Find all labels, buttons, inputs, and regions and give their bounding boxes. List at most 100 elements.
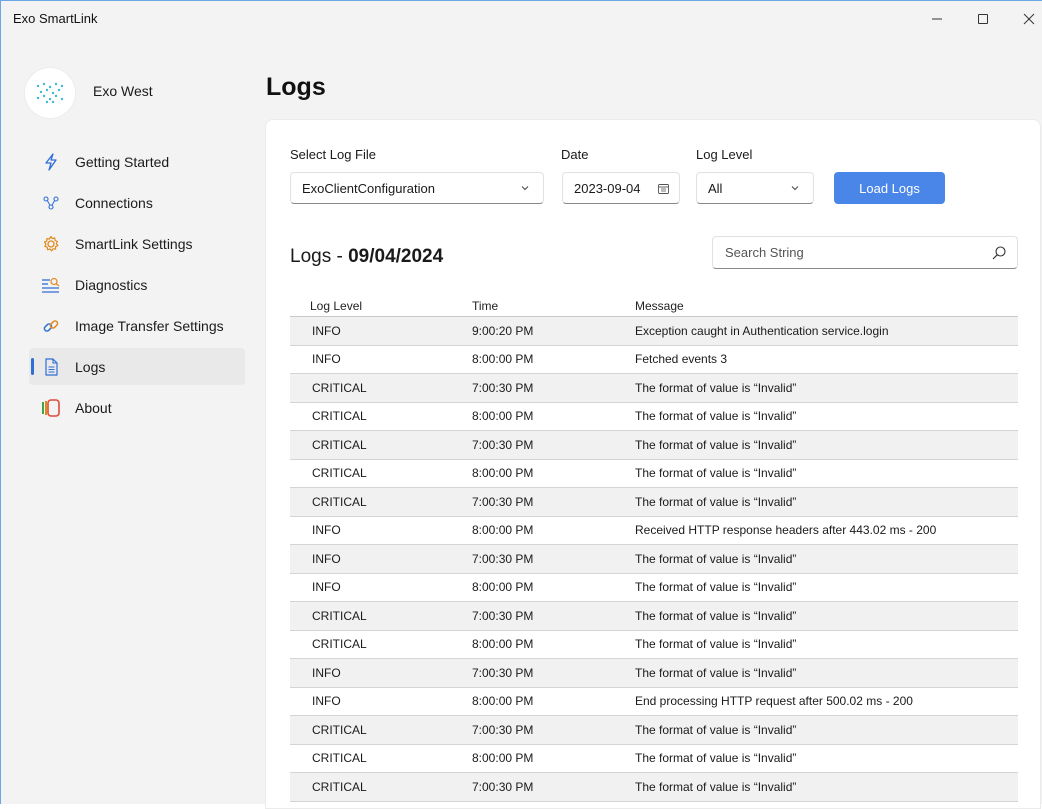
table-header: Log Level Time Message [290,295,1018,317]
search-icon[interactable] [991,245,1007,261]
cell-log-level: INFO [312,352,341,367]
logs-heading: Logs - 09/04/2024 [290,246,443,268]
close-button[interactable] [1006,1,1042,37]
app-title: Exo SmartLink [13,11,98,26]
cell-message: The format of value is “Invalid” [635,380,797,395]
table-row[interactable]: CRITICAL 8:00:00 PM The format of value is… [290,403,1018,431]
cell-log-level: INFO [312,323,341,338]
log-file-select[interactable]: ExoClientConfiguration [290,172,544,204]
table-row[interactable]: CRITICAL 7:00:30 PM The format of value is… [290,374,1018,403]
log-file-label: Select Log File [290,147,376,162]
table-row[interactable]: CRITICAL 8:00:00 PM The format of value is… [290,745,1018,773]
sidebar-item-label: Getting Started [75,153,170,170]
cell-time: 8:00:00 PM [472,751,534,766]
cell-log-level: INFO [312,580,341,595]
table-row[interactable]: CRITICAL 7:00:30 PM The format of value is… [290,602,1018,631]
sidebar-item-about[interactable]: About [29,389,245,426]
cell-message: The format of value is “Invalid” [635,608,797,623]
logs-panel: Select Log File ExoClientConfiguration D… [265,119,1041,809]
cell-time: 7:00:30 PM [472,722,534,737]
cell-time: 8:00:00 PM [472,352,534,367]
table-row[interactable]: CRITICAL 8:00:00 PM The format of value is… [290,460,1018,488]
cell-log-level: CRITICAL [312,494,367,509]
date-label: Date [561,147,589,162]
date-value: 2023-09-04 [574,180,641,196]
cell-log-level: INFO [312,694,341,709]
avatar [25,68,75,118]
sidebar-nav: Getting Started Connections SmartLink Se… [29,143,245,430]
minimize-button[interactable] [914,1,960,37]
cell-time: 8:00:00 PM [472,466,534,481]
cell-message: Exception caught in Authentication servi… [635,323,889,338]
table-row[interactable]: INFO 8:00:00 PM Received HTTP response hea… [290,517,1018,545]
sidebar-item-getting-started[interactable]: Getting Started [29,143,245,180]
chevron-down-icon [791,186,799,191]
search-placeholder: Search String [725,245,804,260]
table-row[interactable]: INFO 8:00:00 PM End processing HTTP reques… [290,688,1018,716]
cell-message: Received HTTP response headers after 443… [635,523,937,538]
sidebar-item-logs[interactable]: Logs [29,348,245,385]
cell-log-level: CRITICAL [312,637,367,652]
table-row[interactable]: CRITICAL 7:00:30 PM The format of value is… [290,488,1018,517]
cell-log-level: CRITICAL [312,751,367,766]
exo-logo-icon [36,82,64,104]
cell-log-level: CRITICAL [312,608,367,623]
cell-time: 7:00:30 PM [472,608,534,623]
cell-time: 9:00:20 PM [472,323,534,338]
search-input[interactable]: Search String [712,236,1018,269]
table-row[interactable]: INFO 8:00:00 PM The format of value is “In… [290,574,1018,602]
sidebar-item-diagnostics[interactable]: Diagnostics [29,266,245,303]
header-message[interactable]: Message [635,299,1018,313]
cell-log-level: INFO [312,523,341,538]
cell-time: 7:00:30 PM [472,494,534,509]
log-file-value: ExoClientConfiguration [302,180,435,196]
maximize-icon [978,14,988,24]
cell-log-level: CRITICAL [312,409,367,424]
title-bar: Exo SmartLink [1,1,1042,37]
cell-message: The format of value is “Invalid” [635,437,797,452]
log-level-select[interactable]: All [696,172,814,204]
sidebar-item-image-transfer-settings[interactable]: Image Transfer Settings [29,307,245,344]
cell-time: 7:00:30 PM [472,779,534,794]
chevron-down-icon [521,186,529,191]
cell-message: Fetched events 3 [635,352,728,367]
table-row[interactable]: INFO 8:00:00 PM Fetched events 3 [290,346,1018,374]
header-log-level[interactable]: Log Level [290,299,472,313]
logs-heading-prefix: Logs - [290,246,349,267]
maximize-button[interactable] [960,1,1006,37]
sidebar-item-label: Connections [75,194,153,211]
cell-time: 8:00:00 PM [472,580,534,595]
load-logs-button[interactable]: Load Logs [834,172,945,204]
table-row[interactable]: CRITICAL 8:00:00 PM The format of value is… [290,631,1018,659]
profile[interactable]: Exo West [25,68,153,118]
sidebar-item-label: Logs [75,358,106,375]
sidebar-item-label: Image Transfer Settings [75,317,224,334]
gear-icon [41,234,61,254]
cell-time: 8:00:00 PM [472,637,534,652]
cell-message: End processing HTTP request after 500.02… [635,694,913,709]
cell-time: 7:00:30 PM [472,437,534,452]
table-row[interactable]: CRITICAL 7:00:30 PM The format of value is… [290,716,1018,745]
table-row[interactable]: INFO 7:00:30 PM The format of value is “In… [290,659,1018,688]
cell-time: 8:00:00 PM [472,694,534,709]
table-row[interactable]: CRITICAL 7:00:30 PM The format of value is… [290,773,1018,802]
calendar-icon[interactable] [658,183,669,194]
date-picker[interactable]: 2023-09-04 [562,172,680,204]
cell-log-level: CRITICAL [312,380,367,395]
cell-log-level: INFO [312,551,341,566]
cell-time: 7:00:30 PM [472,380,534,395]
logs-heading-date: 09/04/2024 [348,246,444,267]
cell-message: The format of value is “Invalid” [635,722,797,737]
cell-log-level: CRITICAL [312,779,367,794]
header-time[interactable]: Time [472,299,635,313]
sidebar-item-connections[interactable]: Connections [29,184,245,221]
table-row[interactable]: CRITICAL 7:00:30 PM The format of value is… [290,431,1018,460]
table-row[interactable]: INFO 7:00:30 PM The format of value is “In… [290,545,1018,574]
page-title: Logs [266,73,326,101]
sidebar-item-smartlink-settings[interactable]: SmartLink Settings [29,225,245,262]
table-row[interactable]: INFO 9:00:20 PM Exception caught in Authen… [290,317,1018,346]
about-icon [41,398,61,418]
profile-name: Exo West [93,83,153,99]
minimize-icon [932,18,942,20]
sidebar-item-label: SmartLink Settings [75,235,193,252]
